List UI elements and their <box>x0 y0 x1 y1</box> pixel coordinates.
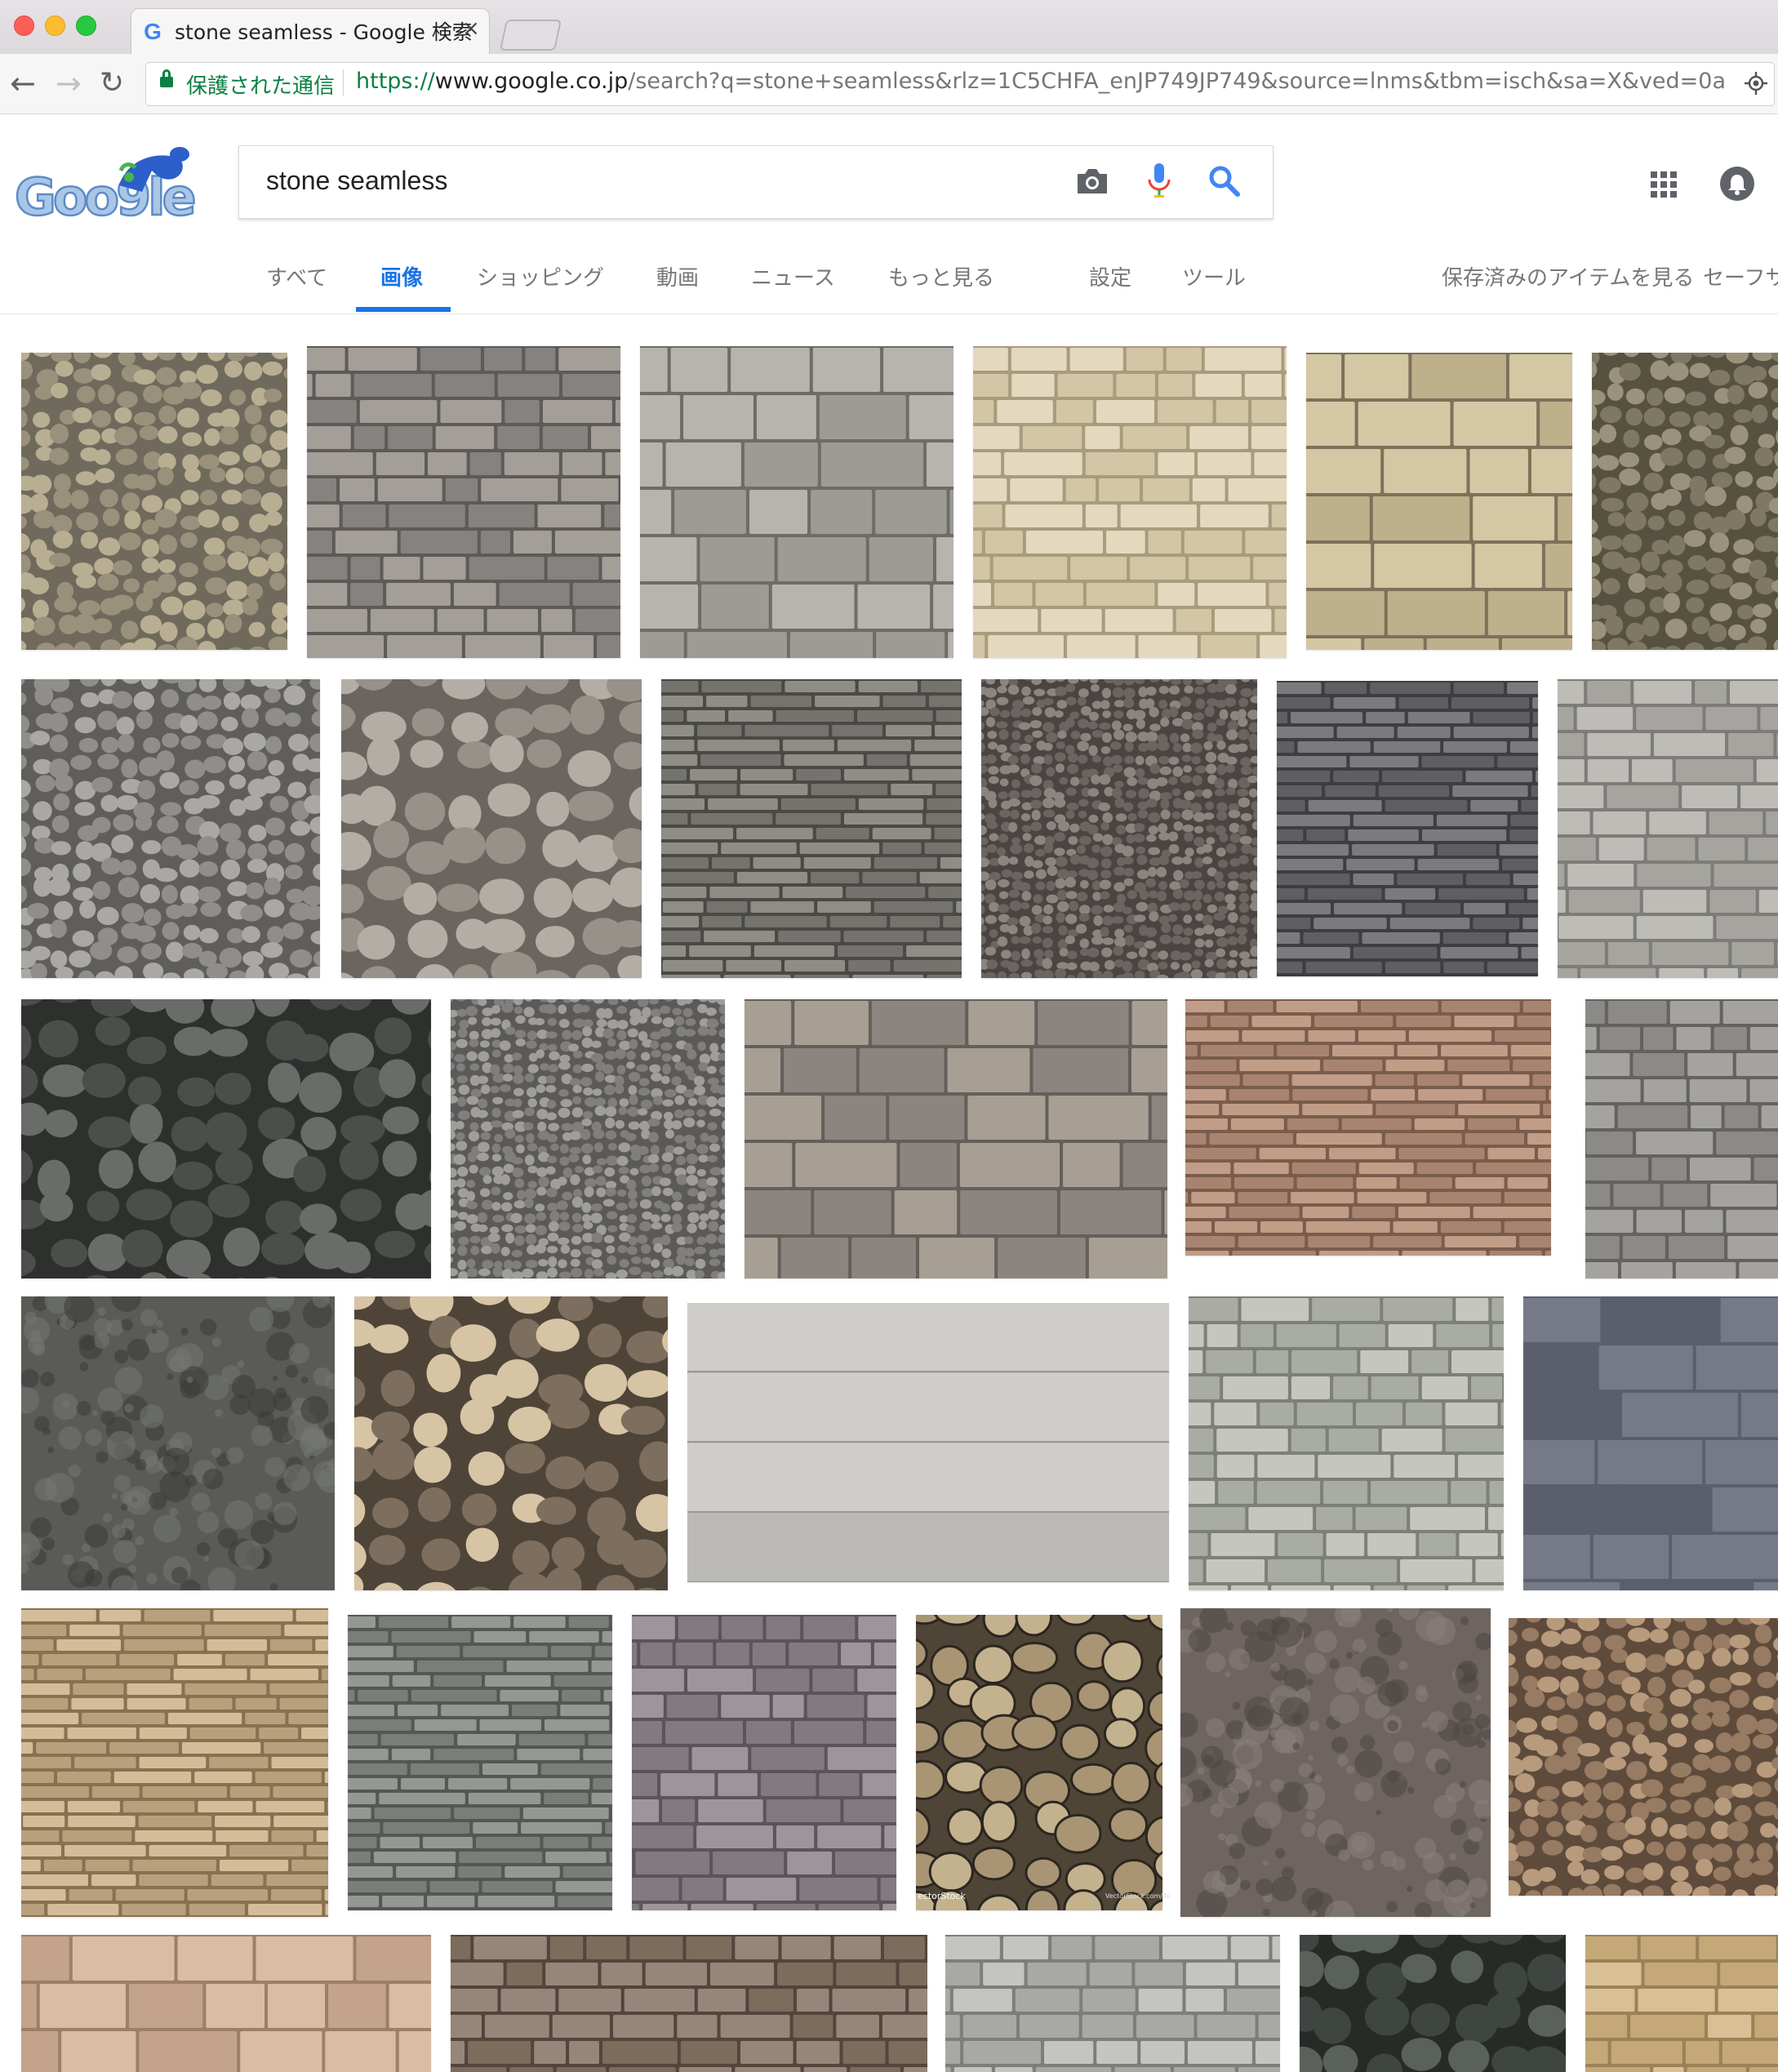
tab-videos[interactable]: 動画 <box>656 261 699 291</box>
safesearch-link[interactable]: セーフサ <box>1703 261 1778 291</box>
image-result-thumbnail[interactable] <box>21 353 287 650</box>
image-result-thumbnail[interactable] <box>1585 999 1778 1278</box>
image-result-thumbnail[interactable] <box>307 346 620 658</box>
watermark-text: VectorStock.com/40 <box>1105 1892 1171 1900</box>
tab-settings[interactable]: 設定 <box>1089 261 1131 291</box>
search-icon[interactable] <box>1207 163 1242 199</box>
image-result-thumbnail[interactable] <box>21 679 320 978</box>
mic-icon[interactable] <box>1145 162 1174 199</box>
maximize-window-button[interactable] <box>76 16 96 36</box>
image-result-thumbnail[interactable] <box>1558 679 1778 978</box>
apps-grid-icon[interactable] <box>1649 170 1678 199</box>
image-result-thumbnail[interactable] <box>451 1935 927 2072</box>
back-icon[interactable]: ← <box>10 65 36 101</box>
image-result-thumbnail[interactable] <box>632 1615 896 1910</box>
image-result-thumbnail[interactable] <box>640 346 953 658</box>
lock-icon <box>160 69 173 87</box>
tab-all[interactable]: すべて <box>266 261 327 291</box>
image-result-thumbnail[interactable] <box>21 1935 431 2072</box>
image-result-thumbnail[interactable] <box>945 1935 1280 2072</box>
image-result-thumbnail[interactable] <box>1509 1618 1778 1896</box>
close-window-button[interactable] <box>14 16 34 36</box>
minimize-window-button[interactable] <box>45 16 65 36</box>
image-result-thumbnail[interactable] <box>1189 1296 1504 1590</box>
tab-close-icon[interactable]: × <box>462 16 480 41</box>
tab-title: stone seamless - Google 検索 <box>175 20 473 44</box>
url-host: www.google.co.jp <box>434 69 629 94</box>
image-result-thumbnail[interactable] <box>21 1296 335 1590</box>
camera-icon[interactable] <box>1074 166 1110 197</box>
reload-icon[interactable]: ↻ <box>100 65 124 101</box>
image-result-thumbnail[interactable] <box>21 1608 328 1917</box>
url-scheme: https:// <box>356 69 435 94</box>
image-result-thumbnail[interactable] <box>745 999 1167 1278</box>
location-icon[interactable] <box>1744 71 1768 96</box>
image-result-thumbnail[interactable] <box>1277 681 1538 976</box>
tab-news[interactable]: ニュース <box>751 261 835 291</box>
forward-icon[interactable]: → <box>56 65 82 101</box>
tab-tools[interactable]: ツール <box>1182 261 1246 291</box>
image-result-thumbnail[interactable] <box>687 1303 1169 1582</box>
tab-shopping[interactable]: ショッピング <box>477 261 604 291</box>
secure-connection-label[interactable]: 保護された通信 <box>186 69 335 100</box>
google-favicon-icon: G <box>144 19 162 44</box>
header-divider <box>0 313 1778 314</box>
tab-images[interactable]: 画像 <box>380 261 423 291</box>
active-tab-indicator <box>356 307 451 312</box>
image-result-thumbnail[interactable] <box>21 999 431 1278</box>
tab-more[interactable]: もっと見る <box>888 261 994 291</box>
notification-icon[interactable] <box>1719 166 1755 202</box>
google-doodle-logo[interactable]: Goo9le <box>13 143 209 225</box>
image-result-thumbnail[interactable] <box>1592 353 1778 650</box>
address-separator <box>343 69 344 96</box>
search-input[interactable]: stone seamless <box>266 166 447 196</box>
image-result-thumbnail[interactable] <box>341 679 642 978</box>
image-result-thumbnail[interactable] <box>451 999 725 1278</box>
image-result-thumbnail[interactable] <box>354 1296 668 1590</box>
image-result-thumbnail[interactable] <box>661 679 962 978</box>
image-result-thumbnail[interactable] <box>1306 353 1572 650</box>
image-result-thumbnail[interactable] <box>916 1615 1162 1910</box>
image-result-thumbnail[interactable] <box>1180 1608 1491 1917</box>
new-tab-button[interactable] <box>499 20 562 51</box>
image-result-thumbnail[interactable] <box>348 1615 612 1910</box>
watermark-text: ectorStock <box>918 1891 966 1901</box>
url-path: /search?q=stone+seamless&rlz=1C5CHFA_enJ… <box>628 69 1727 94</box>
image-result-thumbnail[interactable] <box>973 346 1287 658</box>
image-result-thumbnail[interactable] <box>1523 1296 1778 1590</box>
image-result-thumbnail[interactable] <box>1585 1935 1778 2072</box>
image-result-thumbnail[interactable] <box>1185 999 1551 1256</box>
url-text[interactable]: https://www.google.co.jp/search?q=stone+… <box>356 69 1727 94</box>
image-result-thumbnail[interactable] <box>1300 1935 1566 2072</box>
saved-items-link[interactable]: 保存済みのアイテムを見る <box>1442 261 1694 291</box>
image-result-thumbnail[interactable] <box>981 679 1257 978</box>
